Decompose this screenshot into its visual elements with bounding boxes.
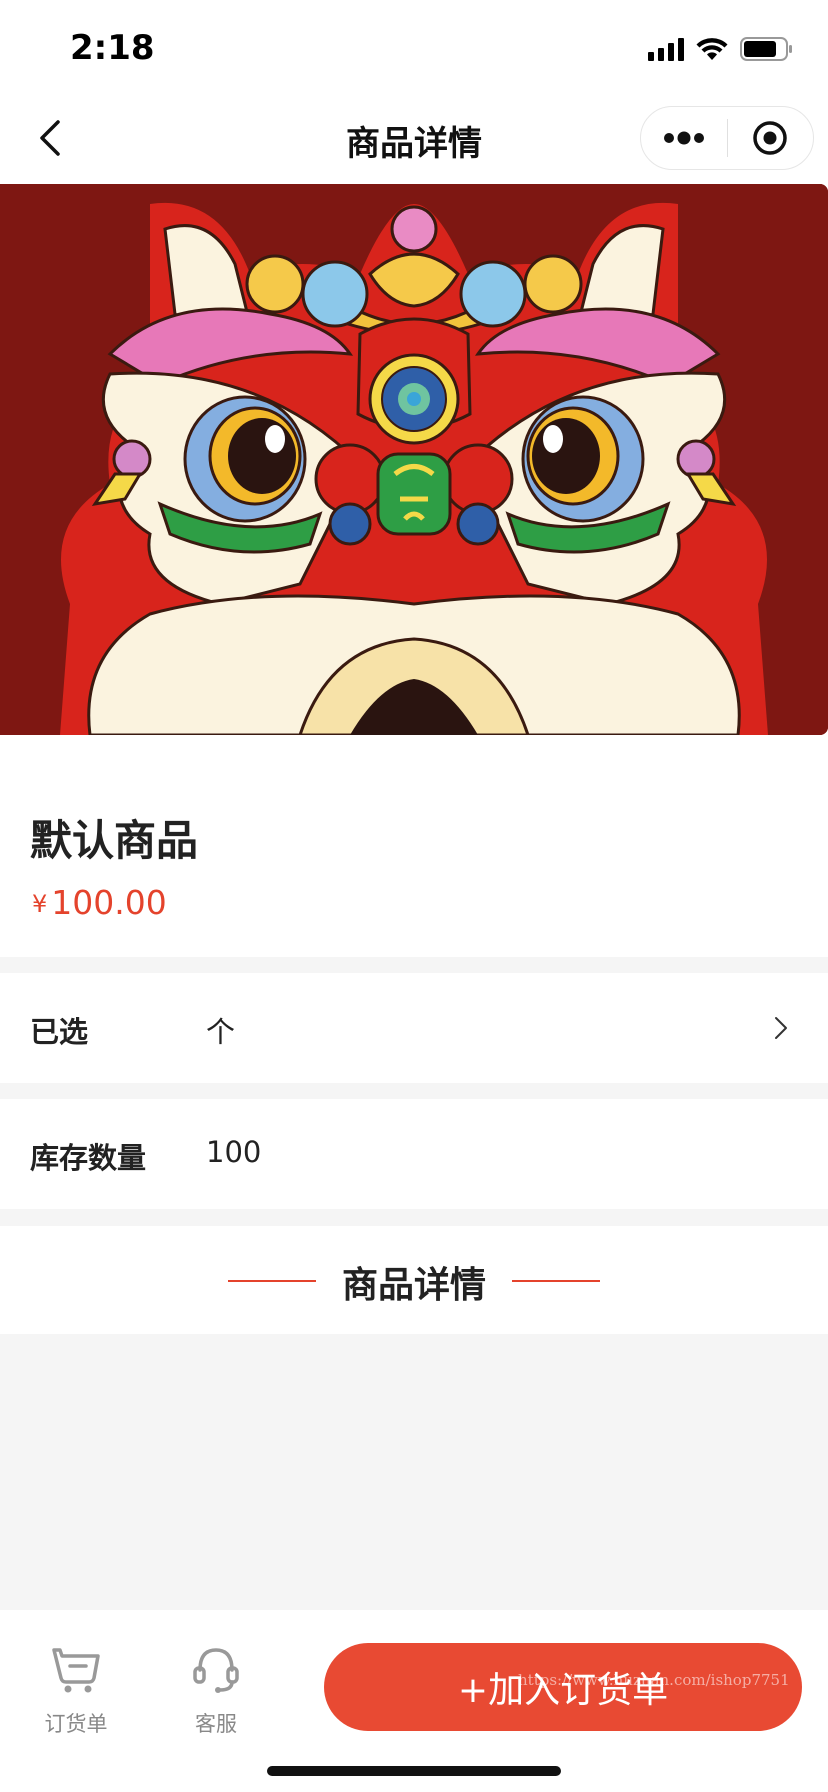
product-price: ¥100.00 [32,883,167,922]
close-button[interactable] [728,107,814,169]
stock-row: 库存数量 100 [0,1099,828,1209]
battery-icon [740,37,792,61]
details-content [0,1334,828,1610]
section-gap [0,957,828,973]
price-currency: ¥ [32,890,48,918]
customer-service-tab[interactable]: 客服 [166,1640,266,1738]
wifi-icon [696,38,728,60]
chevron-right-icon [775,1017,787,1039]
product-name: 默认商品 [30,816,199,865]
target-circle-icon [753,121,787,155]
more-button[interactable] [641,107,727,169]
lion-dance-head-illustration [0,184,828,735]
status-icons [648,34,794,64]
product-image[interactable] [0,184,828,735]
cart-icon [52,1648,100,1693]
section-gap [0,1209,828,1226]
order-list-label: 订货单 [44,1712,108,1736]
section-gap [0,1083,828,1099]
order-list-tab[interactable]: 订货单 [26,1640,126,1738]
details-section-header: 商品详情 [0,1226,828,1334]
more-dots-icon [663,131,704,145]
nav-bar: 商品详情 [0,92,828,184]
status-bar: 2:18 [0,0,828,92]
price-value: 100.00 [51,883,167,922]
mini-program-capsule [640,106,814,170]
customer-service-label: 客服 [195,1712,237,1736]
stock-label: 库存数量 [30,1141,147,1175]
watermark-text: https://www.huzhan.com/ishop7751 [518,1671,790,1689]
bottom-action-bar: 订货单 客服 +加入订货单 https://www.huzhan.com/ish… [0,1610,828,1792]
details-section-title: 商品详情 [341,1265,486,1306]
product-info: 默认商品 ¥100.00 [0,735,828,957]
selected-spec-row[interactable]: 已选 个 [0,973,828,1083]
status-time: 2:18 [70,28,155,68]
selected-label: 已选 [30,1015,89,1049]
signal-icon [648,37,684,61]
decorative-line-right [512,1280,600,1282]
headset-icon [193,1648,239,1693]
selected-value: 个 [206,1015,236,1049]
home-indicator[interactable] [267,1766,561,1776]
stock-value: 100 [206,1135,262,1169]
